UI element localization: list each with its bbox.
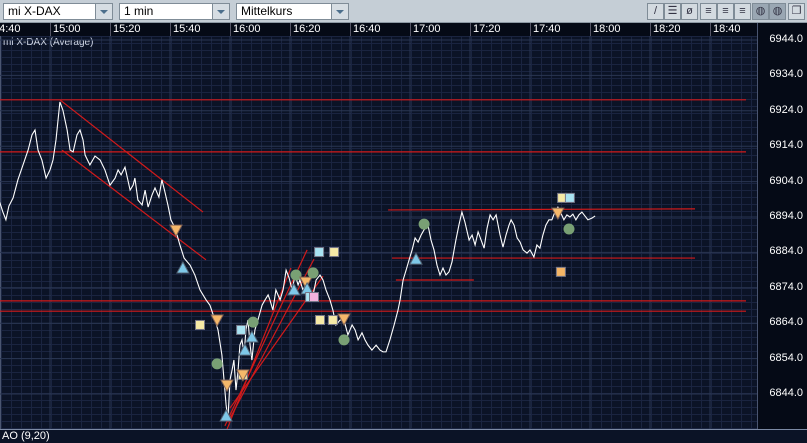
sell-signal-triangle [220, 379, 234, 393]
price-tick-label: 6854.0 [769, 351, 803, 364]
price-tick-label: 6944.0 [769, 33, 803, 45]
signal-square [555, 266, 566, 277]
ao-label: AO (9,20) [2, 430, 50, 442]
buy-signal-triangle [245, 329, 259, 343]
indicator-b-icon[interactable]: ◍ [769, 3, 786, 20]
trend-line [59, 99, 204, 213]
price-tick-label: 6864.0 [769, 316, 803, 329]
signal-square [195, 319, 205, 330]
trend-line [388, 208, 696, 211]
price-tick-label: 6844.0 [769, 387, 803, 399]
signal-square [315, 315, 325, 326]
price-tick-label: 6934.0 [769, 68, 803, 81]
signal-circle [338, 334, 350, 346]
signal-square [309, 292, 319, 303]
signal-circle [211, 358, 223, 370]
price-tick-label: 6874.0 [769, 280, 803, 293]
signal-square [329, 247, 340, 258]
signal-circle [307, 267, 319, 279]
ao-indicator-panel: AO (9,20) [0, 429, 807, 443]
signal-square [327, 315, 338, 326]
signal-circle [563, 223, 575, 235]
signal-square [314, 247, 325, 258]
price-tick-label: 6914.0 [769, 139, 803, 152]
signal-square [564, 192, 575, 203]
price-tick-label: 6924.0 [769, 103, 803, 116]
window-icon[interactable]: ❐ [788, 3, 805, 20]
signal-circle [247, 316, 259, 328]
signal-square [236, 324, 247, 335]
sell-signal-triangle [210, 314, 224, 328]
price-tick-label: 6904.0 [769, 174, 803, 187]
buy-signal-triangle [238, 343, 252, 356]
signal-circle [418, 218, 430, 230]
price-axis: 6944.0 6934.0 6924.0 6914.0 6904.0 6894.0 6884… [757, 23, 807, 443]
signal-circle [290, 269, 302, 281]
price-line [0, 101, 596, 420]
buy-signal-triangle [176, 260, 190, 274]
trend-line [61, 149, 207, 261]
price-tick-label: 6894.0 [769, 210, 803, 222]
price-chart [0, 36, 757, 429]
price-tick-label: 6884.0 [769, 245, 803, 258]
